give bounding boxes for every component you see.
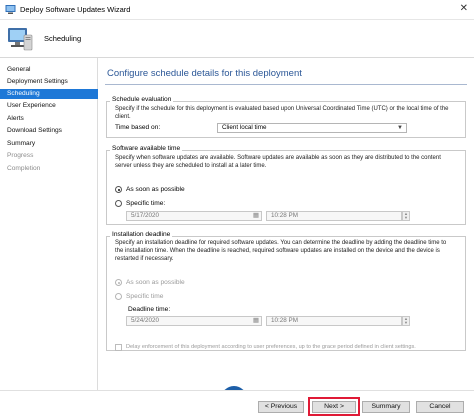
wizard-app-icon — [5, 5, 16, 14]
schedule-evaluation-label: Schedule evaluation — [110, 96, 174, 103]
available-date-field: 5/17/2020 ▦ — [126, 211, 262, 221]
page-title: Configure schedule details for this depl… — [107, 68, 302, 79]
sidebar-item-alerts[interactable]: Alerts — [0, 114, 98, 124]
available-specific-radio[interactable] — [115, 200, 122, 207]
time-based-on-value: Client local time — [222, 124, 267, 131]
main-content: Configure schedule details for this depl… — [98, 58, 474, 390]
deadline-time-field: 10:28 PM — [266, 316, 402, 326]
available-asap-label[interactable]: As soon as possible — [126, 186, 185, 193]
deadline-time-label: Deadline time: — [128, 306, 171, 313]
title-bar: Deploy Software Updates Wizard ✕ — [0, 0, 474, 20]
available-time-spinner: ▲ ▼ — [402, 211, 410, 221]
wizard-sidebar: General Deployment Settings Scheduling U… — [0, 58, 98, 390]
software-available-label: Software available time — [110, 145, 183, 152]
previous-button[interactable]: < Previous — [258, 401, 304, 413]
time-based-on-select[interactable]: Client local time ▼ — [217, 123, 407, 133]
sidebar-item-download-settings[interactable]: Download Settings — [0, 126, 98, 136]
chevron-down-icon: ▼ — [397, 125, 403, 131]
schedule-evaluation-description: Specify if the schedule for this deploym… — [115, 106, 449, 121]
header-title: Scheduling — [44, 34, 82, 43]
deadline-asap-label[interactable]: As soon as possible — [126, 279, 185, 286]
deadline-time-spinner: ▲ ▼ — [402, 316, 410, 326]
delay-enforcement-checkbox[interactable] — [115, 344, 122, 351]
sidebar-item-completion: Completion — [7, 165, 41, 172]
window-title: Deploy Software Updates Wizard — [20, 5, 131, 14]
calendar-icon: ▦ — [252, 317, 259, 324]
close-icon[interactable]: ✕ — [460, 3, 468, 14]
sidebar-item-deployment-settings[interactable]: Deployment Settings — [0, 77, 98, 87]
wizard-footer: < Previous Next > Summary Cancel — [0, 390, 474, 420]
deadline-specific-radio[interactable] — [115, 293, 122, 300]
available-time-field: 10:28 PM — [266, 211, 402, 221]
software-available-description: Specify when software updates are availa… — [115, 155, 441, 170]
calendar-icon: ▦ — [252, 212, 259, 219]
installation-deadline-label: Installation deadline — [110, 231, 173, 238]
wizard-header: Scheduling — [0, 20, 474, 58]
sidebar-item-scheduling[interactable]: Scheduling — [0, 89, 98, 99]
sidebar-item-progress: Progress — [7, 152, 34, 159]
available-specific-label[interactable]: Specific time: — [126, 200, 165, 207]
title-separator — [105, 84, 467, 85]
deadline-asap-radio[interactable] — [115, 279, 122, 286]
next-button[interactable]: Next > — [312, 401, 356, 413]
deadline-time-value: 10:28 PM — [271, 317, 298, 324]
summary-button[interactable]: Summary — [362, 401, 410, 413]
time-based-on-label: Time based on: — [115, 124, 161, 131]
sidebar-item-general[interactable]: General — [0, 65, 98, 75]
computer-setup-icon — [8, 28, 33, 51]
sidebar-item-summary[interactable]: Summary — [0, 139, 98, 149]
available-asap-radio[interactable] — [115, 186, 122, 193]
cancel-button[interactable]: Cancel — [416, 401, 464, 413]
deadline-date-value: 5/24/2020 — [131, 317, 160, 324]
installation-deadline-description: Specify an installation deadline for req… — [115, 240, 447, 263]
sidebar-item-user-experience[interactable]: User Experience — [0, 101, 98, 111]
delay-enforcement-label[interactable]: Delay enforcement of this deployment acc… — [126, 344, 416, 350]
deadline-date-field: 5/24/2020 ▦ — [126, 316, 262, 326]
deadline-specific-label[interactable]: Specific time — [126, 293, 163, 300]
available-date-value: 5/17/2020 — [131, 212, 160, 219]
available-time-value: 10:28 PM — [271, 212, 298, 219]
